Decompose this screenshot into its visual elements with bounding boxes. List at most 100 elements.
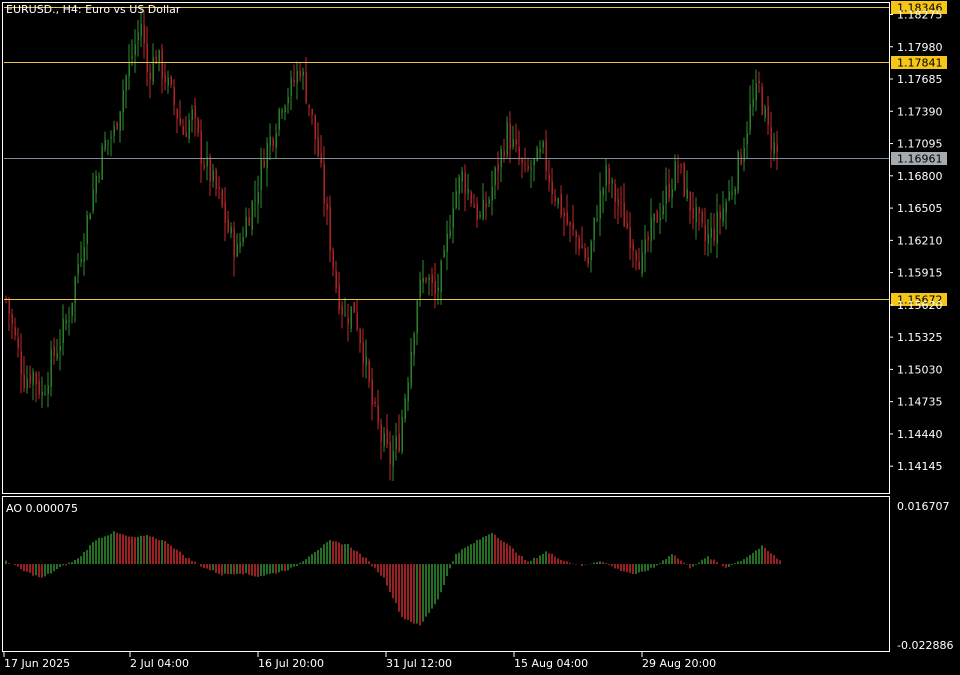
candle-body [299, 70, 301, 78]
candle-body [746, 132, 748, 145]
candle-body [188, 120, 190, 139]
x-tick-label: 31 Jul 12:00 [386, 657, 452, 670]
candle-body [410, 351, 412, 386]
candle-body [542, 141, 544, 148]
candle-body [269, 136, 271, 147]
y-tick-label: 1.17390 [897, 105, 943, 118]
candle-body [515, 139, 517, 145]
candle-body [536, 148, 538, 162]
candle-body [20, 351, 22, 375]
candle-body [38, 380, 40, 395]
candle-body [194, 105, 196, 118]
x-tick-label: 17 Jun 2025 [4, 657, 70, 670]
candle-body [647, 236, 649, 241]
candle-body [506, 122, 508, 156]
candle-body [773, 142, 775, 154]
candle-body [497, 163, 499, 172]
candle-body [704, 225, 706, 242]
candle-body [440, 261, 442, 293]
candle-body [587, 256, 589, 264]
candle-body [293, 79, 295, 82]
candle-body [425, 278, 427, 282]
symbol-title: EURUSD., H4: Euro vs US Dollar [6, 3, 181, 16]
candle-body [119, 111, 121, 131]
candle-body [311, 109, 313, 115]
candle-body [173, 87, 175, 106]
candle-body [734, 188, 736, 195]
candle-body [137, 32, 139, 41]
candle-body [230, 227, 232, 234]
candle-body [698, 207, 700, 214]
candle-body [314, 114, 316, 140]
candle-body [671, 189, 673, 198]
candle-body [182, 126, 184, 135]
candle-body [731, 192, 733, 195]
candle-body [644, 239, 646, 254]
candle-body [275, 133, 277, 148]
candle-body [554, 196, 556, 202]
candle-body [578, 238, 580, 250]
candle-body [143, 25, 145, 44]
candle-body [479, 215, 481, 217]
candle-body [146, 43, 148, 72]
candle-body [524, 163, 526, 165]
candle-body [752, 98, 754, 107]
candle-body [455, 191, 457, 208]
candle-body [467, 188, 469, 194]
candle-body [29, 374, 31, 384]
candle-body [473, 205, 475, 208]
candle-body [89, 214, 91, 220]
y-tick-label: 1.17980 [897, 41, 943, 54]
candle-body [272, 138, 274, 146]
candle-body [512, 139, 514, 148]
chart-canvas[interactable]: 1.183461.178411.156721.16961 1.18275 1.17… [0, 0, 960, 675]
candle-body [329, 206, 331, 251]
candle-body [383, 433, 385, 446]
candle-body [776, 144, 778, 152]
candle-body [107, 139, 109, 141]
candle-body [278, 109, 280, 130]
candle-body [761, 86, 763, 115]
candle-body [224, 201, 226, 223]
candle-body [116, 122, 118, 130]
candle-body [98, 176, 100, 178]
candle-body [5, 297, 7, 299]
candle-body [620, 202, 622, 204]
candle-body [443, 250, 445, 257]
candle-body [635, 252, 637, 261]
candle-body [395, 436, 397, 450]
candle-body [368, 361, 370, 382]
candle-body [686, 188, 688, 199]
y-tick-label: 1.15915 [897, 267, 943, 280]
candle-body [128, 62, 130, 77]
candle-body [176, 109, 178, 119]
candle-body [290, 77, 292, 96]
candle-body [530, 168, 532, 170]
candle-body [284, 106, 286, 113]
candle-body [725, 201, 727, 213]
x-tick-label: 29 Aug 20:00 [642, 657, 716, 670]
candle-body [167, 77, 169, 86]
candle-body [449, 230, 451, 237]
candle-body [488, 199, 490, 204]
candle-body [380, 424, 382, 442]
candle-body [518, 146, 520, 160]
candle-body [719, 211, 721, 219]
candle-body [335, 271, 337, 289]
candle-body [575, 231, 577, 238]
candle-body [398, 433, 400, 451]
candle-body [623, 202, 625, 227]
candle-body [185, 132, 187, 137]
candle-body [263, 160, 265, 168]
candle-body [770, 127, 772, 150]
candle-body [548, 174, 550, 182]
candle-body [740, 154, 742, 165]
candle-body [653, 213, 655, 222]
candle-body [86, 215, 88, 244]
candle-body [317, 137, 319, 156]
candle-body [374, 401, 376, 404]
candle-body [728, 191, 730, 201]
candle-body [434, 280, 436, 295]
candle-body [563, 212, 565, 217]
candle-body [77, 264, 79, 275]
